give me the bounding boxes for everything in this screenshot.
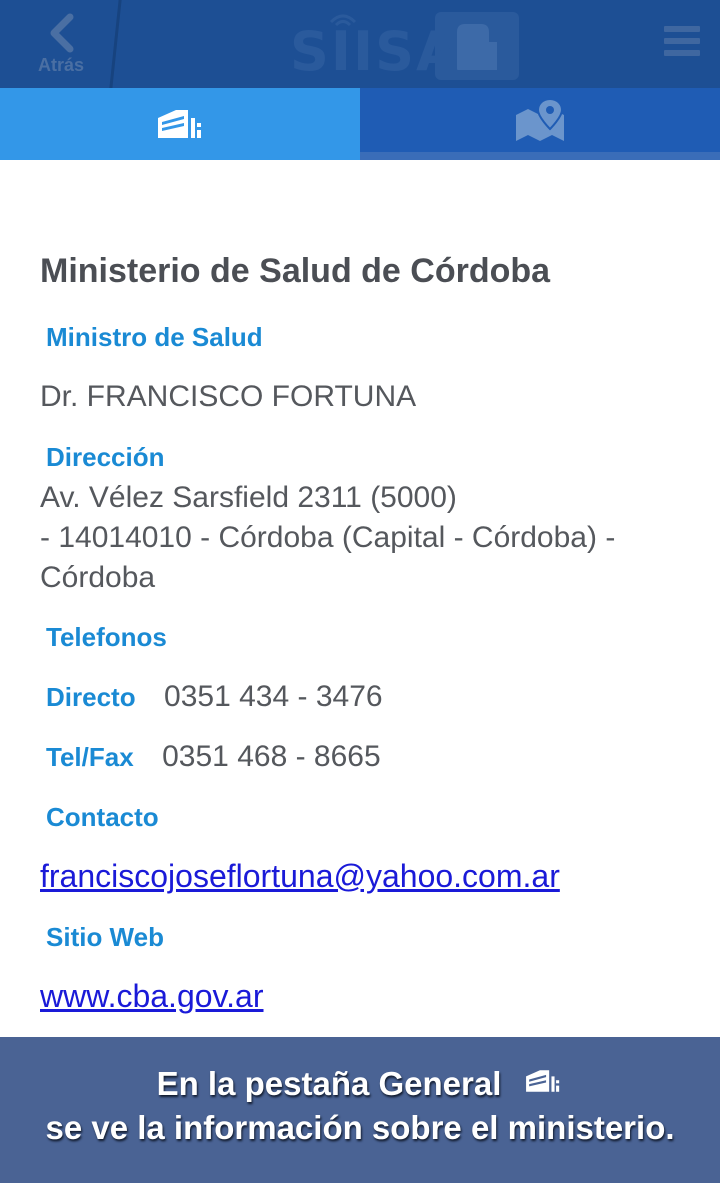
minister-value: Dr. FRANCISCO FORTUNA: [40, 380, 417, 413]
contact-label: Contacto: [46, 802, 159, 832]
phone-telfax-label: Tel/Fax: [46, 742, 134, 772]
back-button[interactable]: Atrás: [0, 0, 122, 88]
chevron-left-icon: [50, 13, 74, 52]
signal-icon: [329, 14, 357, 27]
tutorial-caption: En la pestaña General se ve la informaci…: [0, 1037, 720, 1183]
minister-label: Ministro de Salud: [46, 322, 263, 352]
caption-line-1-row: En la pestaña General: [0, 1065, 720, 1103]
phone-direct-row: Directo 0351 434 - 3476: [46, 680, 383, 714]
siisa-logo: SIISA: [290, 8, 520, 83]
phone-direct-label: Directo: [46, 682, 136, 712]
hamburger-menu-icon[interactable]: [664, 26, 700, 62]
map-pin-icon: [516, 97, 564, 141]
address-line-2: - 14014010 - Córdoba (Capital - Córdoba)…: [40, 521, 616, 554]
top-bar: Atrás SIISA: [0, 0, 720, 88]
address-line-3: Córdoba: [40, 561, 156, 594]
back-label: Atrás: [37, 54, 85, 75]
address-line-1: Av. Vélez Sarsfield 2311 (5000): [40, 481, 457, 514]
logo-text: SIISA: [290, 20, 460, 83]
phone-telfax-value[interactable]: 0351 468 - 8665: [162, 740, 381, 773]
address-label: Dirección: [46, 442, 165, 472]
phones-label: Telefonos: [46, 622, 167, 652]
caption-line-2: se ve la información sobre el ministerio…: [45, 1109, 675, 1146]
tab-general[interactable]: [0, 88, 360, 160]
tab-bar: [0, 88, 720, 160]
building-icon: [523, 1065, 563, 1103]
caption-line-1: En la pestaña General: [156, 1065, 502, 1102]
address-value: Av. Vélez Sarsfield 2311 (5000) - 140140…: [40, 478, 680, 598]
building-icon: [158, 110, 201, 138]
phone-telfax-row: Tel/Fax 0351 468 - 8665: [46, 740, 381, 774]
phone-direct-value[interactable]: 0351 434 - 3476: [164, 680, 383, 713]
tab-map[interactable]: [360, 88, 720, 160]
contact-email-link[interactable]: franciscojoseflortuna@yahoo.com.ar: [40, 858, 560, 895]
website-link[interactable]: www.cba.gov.ar: [40, 978, 264, 1015]
page-title: Ministerio de Salud de Córdoba: [40, 252, 551, 290]
website-label: Sitio Web: [46, 922, 164, 952]
